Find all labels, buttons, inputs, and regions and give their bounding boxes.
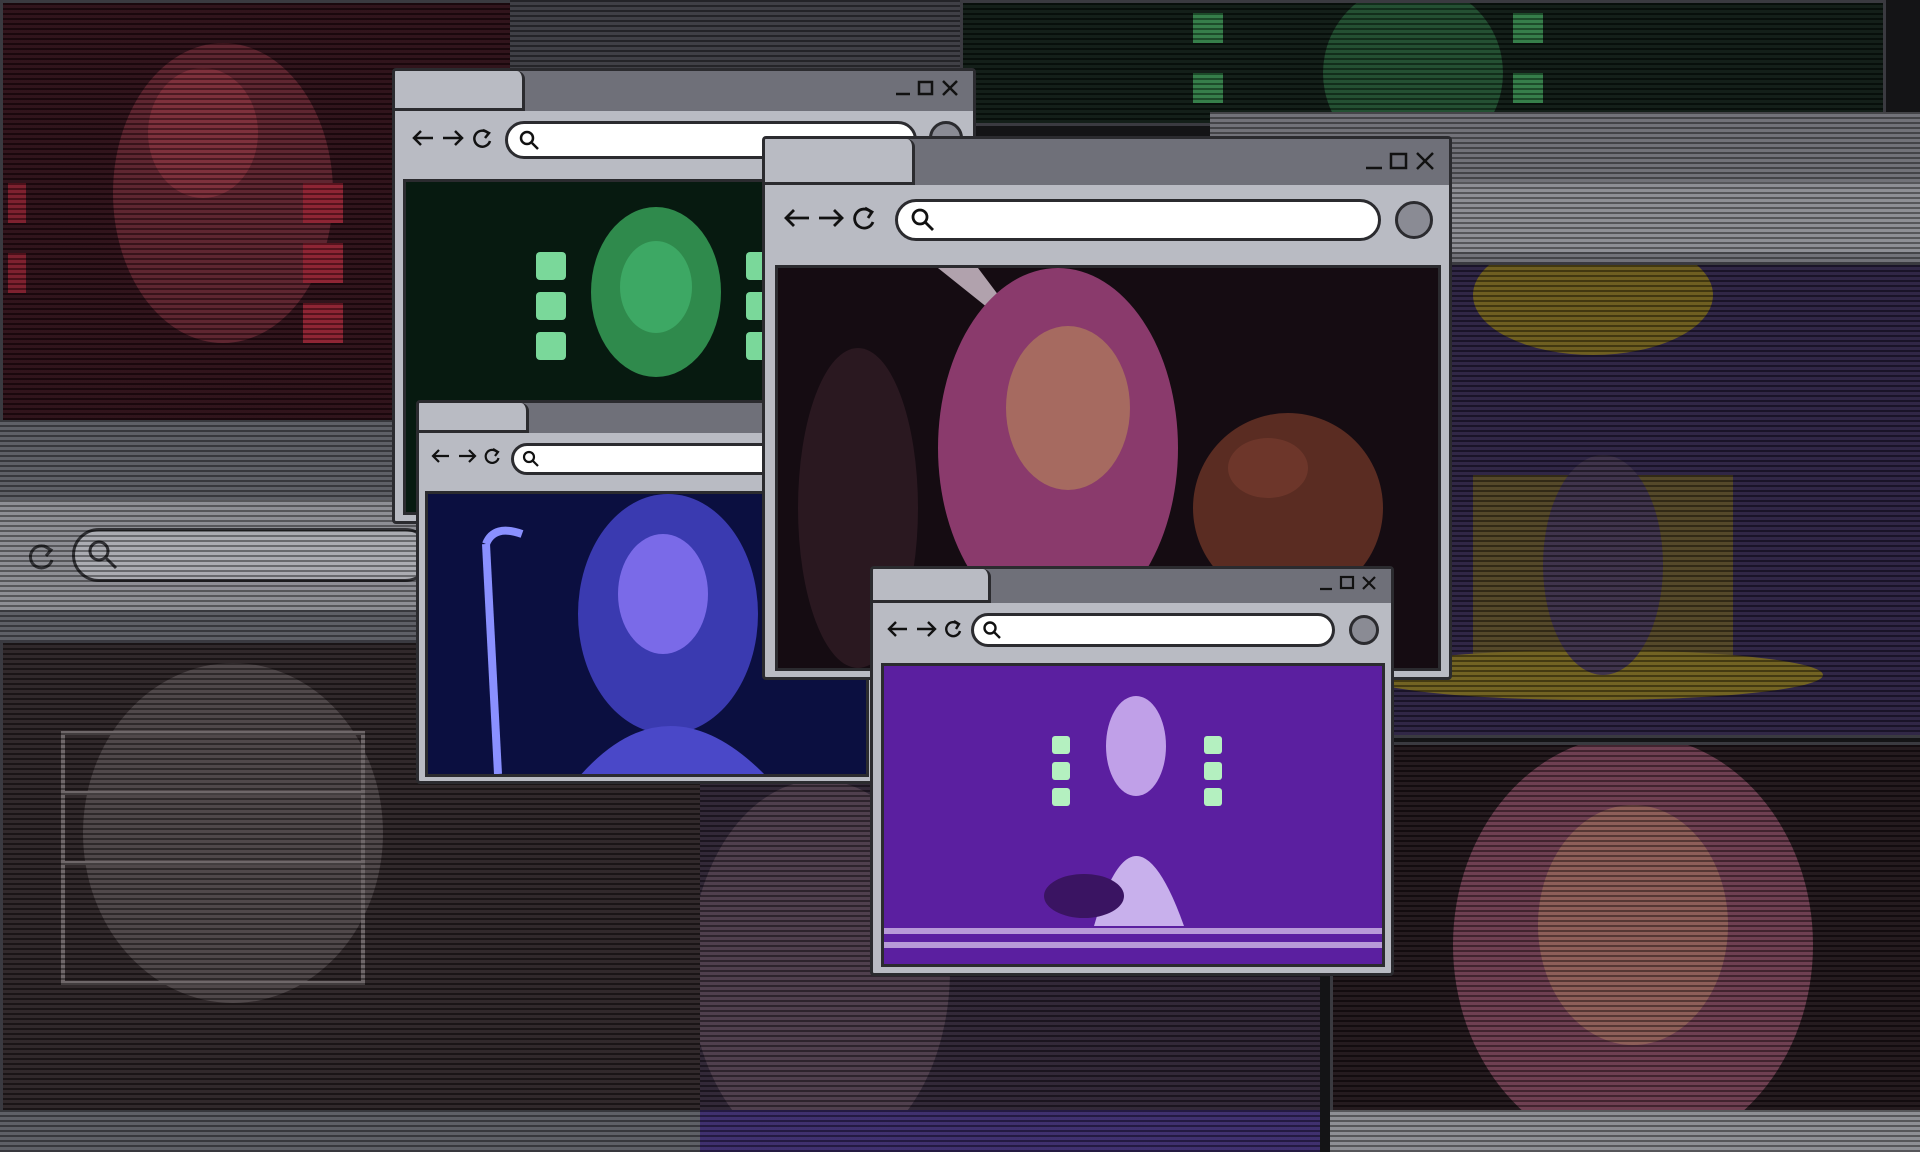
browser-tab[interactable]	[419, 403, 529, 433]
nav-buttons	[431, 447, 501, 465]
arrow-left-icon[interactable]	[783, 206, 811, 230]
search-icon	[983, 621, 1001, 639]
browser-tab[interactable]	[765, 139, 915, 185]
nav-buttons	[411, 127, 493, 149]
search-icon	[911, 208, 934, 231]
arrow-left-icon[interactable]	[887, 619, 909, 639]
background-window-gold	[1390, 262, 1920, 738]
reload-icon[interactable]	[483, 447, 501, 465]
browser-window-purple[interactable]	[870, 566, 1394, 976]
maximize-icon[interactable]	[1339, 575, 1355, 591]
search-icon	[522, 450, 539, 467]
background-window-pink	[1330, 742, 1920, 1118]
reload-icon[interactable]	[471, 127, 493, 149]
reload-icon[interactable]	[943, 619, 963, 639]
arrow-left-icon[interactable]	[411, 127, 435, 149]
background-window-green	[960, 0, 1886, 126]
address-bar[interactable]	[895, 199, 1381, 241]
arrow-right-icon[interactable]	[457, 447, 477, 465]
reload-icon[interactable]	[851, 205, 877, 231]
menu-dot-button[interactable]	[1349, 615, 1379, 645]
nav-buttons	[887, 619, 963, 639]
minimize-icon[interactable]	[895, 79, 911, 97]
arrow-right-icon[interactable]	[915, 619, 937, 639]
background-photo-gold	[1393, 265, 1920, 735]
background-window-left-browser	[0, 420, 430, 640]
background-window-bottom-bar	[1330, 1110, 1920, 1152]
arrow-right-icon[interactable]	[441, 127, 465, 149]
photo-purple-portrait	[884, 666, 1382, 964]
maximize-icon[interactable]	[917, 79, 935, 97]
close-icon[interactable]	[1415, 151, 1435, 171]
address-bar[interactable]	[971, 613, 1335, 647]
background-photo-green	[963, 3, 1883, 123]
window-controls	[895, 79, 959, 97]
photo-viewport	[881, 663, 1385, 967]
arrow-right-icon[interactable]	[817, 206, 845, 230]
background-reload-icon	[28, 544, 54, 570]
arrow-left-icon[interactable]	[431, 447, 451, 465]
minimize-icon[interactable]	[1365, 151, 1383, 171]
background-photo-pink	[1333, 745, 1920, 1115]
search-input[interactable]	[936, 201, 1378, 239]
menu-dot-button[interactable]	[1395, 201, 1433, 239]
browser-tab[interactable]	[395, 71, 525, 111]
search-input[interactable]	[1002, 615, 1332, 645]
window-controls	[1365, 151, 1435, 171]
close-icon[interactable]	[1361, 575, 1377, 591]
window-controls	[1319, 575, 1377, 591]
minimize-icon[interactable]	[1319, 575, 1333, 591]
maximize-icon[interactable]	[1389, 151, 1409, 171]
search-icon	[519, 130, 539, 150]
close-icon[interactable]	[941, 79, 959, 97]
background-search-icon	[88, 540, 118, 570]
browser-tab[interactable]	[873, 569, 991, 603]
background-window-bottom-bar-left	[0, 1110, 700, 1152]
nav-buttons	[783, 205, 877, 231]
